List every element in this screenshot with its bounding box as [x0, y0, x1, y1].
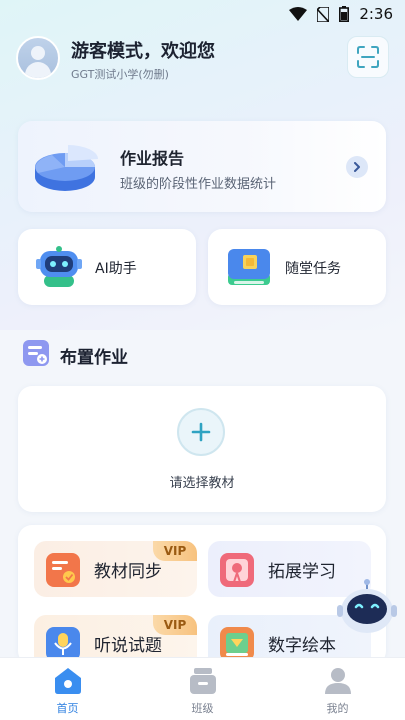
report-title: 作业报告 — [120, 149, 185, 168]
avatar[interactable] — [16, 36, 60, 80]
scan-button[interactable] — [347, 36, 389, 78]
bottom-tab-bar: 首页 班级 我的 — [0, 657, 405, 720]
vip-badge: VIP — [153, 615, 197, 635]
textbook-sync-label: 教材同步 — [94, 562, 162, 582]
battery-icon — [339, 6, 350, 22]
plus-icon — [191, 422, 211, 442]
ai-assistant-card[interactable]: AI助手 — [18, 229, 196, 305]
tab-label: 班级 — [191, 702, 214, 715]
extended-learning-icon — [220, 553, 254, 587]
tab-label: 首页 — [56, 702, 79, 715]
textbook-sync-icon — [46, 553, 80, 587]
assign-homework-icon — [22, 339, 50, 367]
tab-home[interactable]: 首页 — [0, 658, 135, 720]
section-title: 布置作业 — [60, 348, 128, 368]
homework-report-card[interactable]: 作业报告 班级的阶段性作业数据统计 — [18, 121, 386, 212]
tab-class[interactable]: 班级 — [135, 658, 270, 720]
choose-textbook-label: 请选择教材 — [169, 476, 235, 491]
header: 游客模式，欢迎您 GGT测试小学(勿删) — [16, 36, 389, 86]
listening-speaking-icon — [46, 627, 80, 661]
chevron-right-icon[interactable] — [346, 156, 368, 178]
picture-book-icon — [220, 627, 254, 661]
floating-robot-button[interactable] — [336, 579, 398, 637]
user-icon — [323, 666, 353, 696]
feature-grid: 教材同步 VIP 拓展学习 听说试题 VIP 数字绘本 — [18, 525, 386, 671]
status-time: 2:36 — [359, 5, 393, 23]
picture-book-label: 数字绘本 — [268, 636, 336, 656]
assign-homework-header: 布置作业 — [22, 339, 222, 369]
tab-mine[interactable]: 我的 — [270, 658, 405, 720]
class-icon — [188, 666, 218, 696]
robot-icon — [36, 245, 82, 289]
report-subtitle: 班级的阶段性作业数据统计 — [120, 177, 277, 192]
extended-learning-label: 拓展学习 — [268, 562, 336, 582]
pie-chart-icon — [32, 131, 102, 201]
classroom-task-card[interactable]: 随堂任务 — [208, 229, 386, 305]
add-textbook-button[interactable] — [177, 408, 225, 456]
vip-badge: VIP — [153, 541, 197, 561]
classroom-task-icon — [226, 245, 272, 289]
home-icon — [53, 666, 83, 696]
choose-textbook-card[interactable]: 请选择教材 — [18, 386, 386, 512]
status-bar: 2:36 — [0, 0, 405, 28]
scan-icon — [357, 46, 379, 68]
tab-label: 我的 — [326, 702, 349, 715]
textbook-sync-tile[interactable]: 教材同步 VIP — [34, 541, 197, 597]
school-name: GGT测试小学(勿删) — [71, 68, 169, 81]
classroom-task-label: 随堂任务 — [285, 261, 341, 277]
robot-assistant-icon — [337, 579, 397, 633]
no-sim-icon — [317, 6, 330, 22]
greeting-title: 游客模式，欢迎您 — [71, 41, 215, 62]
listening-speaking-label: 听说试题 — [94, 636, 162, 656]
wifi-icon — [289, 7, 308, 21]
ai-assistant-label: AI助手 — [95, 261, 137, 277]
